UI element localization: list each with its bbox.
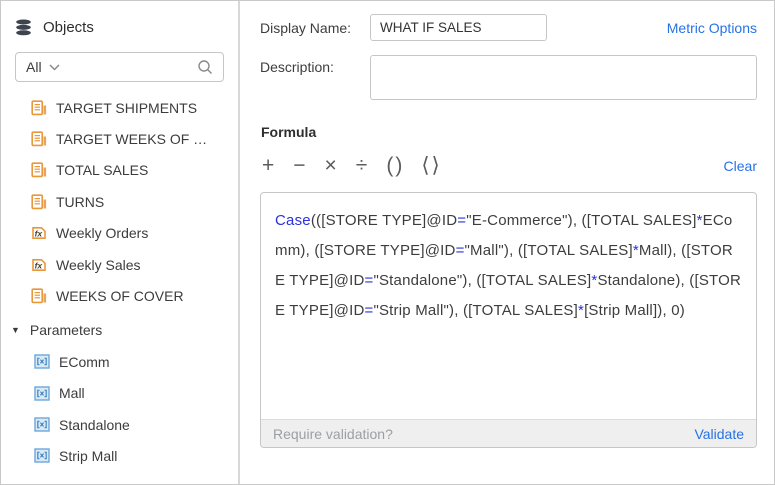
list-item-target-weeks-of[interactable]: TARGET WEEKS OF … <box>1 123 238 154</box>
metric-icon <box>31 162 47 178</box>
metric-icon <box>31 288 47 304</box>
list-item-turns[interactable]: TURNS <box>1 186 238 217</box>
list-item-label: Weekly Orders <box>56 225 148 241</box>
parentheses-button[interactable]: () <box>386 155 404 176</box>
list-item-weekly-orders[interactable]: fx Weekly Orders <box>1 218 238 249</box>
display-name-label: Display Name: <box>260 20 370 36</box>
metric-editor-panel: Display Name: Metric Options Description… <box>242 1 774 484</box>
formula-heading: Formula <box>261 124 757 140</box>
list-item-weeks-of-cover[interactable]: WEEKS OF COVER <box>1 280 238 311</box>
list-item-total-sales[interactable]: TOTAL SALES <box>1 155 238 186</box>
list-item-label: WEEKS OF COVER <box>56 288 184 304</box>
list-item-target-shipments[interactable]: TARGET SHIPMENTS <box>1 92 238 123</box>
function-fx-icon: fx <box>31 225 47 241</box>
formula-box: Case(([STORE TYPE]@ID="E-Commerce"), ([T… <box>260 192 757 448</box>
metric-icon <box>31 100 47 116</box>
list-item-label: TARGET SHIPMENTS <box>56 100 197 116</box>
parameters-group-label: Parameters <box>30 322 102 338</box>
svg-text:fx: fx <box>35 260 44 270</box>
layers-icon <box>15 19 33 36</box>
list-item-label: TOTAL SALES <box>56 162 148 178</box>
list-item-weekly-sales[interactable]: fx Weekly Sales <box>1 249 238 280</box>
collapse-triangle-icon[interactable]: ▼ <box>11 325 20 335</box>
filter-selected-label: All <box>26 59 42 75</box>
svg-text:fx: fx <box>35 229 44 239</box>
objects-panel-header: Objects <box>1 1 238 52</box>
chevron-down-icon <box>49 64 60 71</box>
plus-operator-button[interactable]: + <box>262 155 276 176</box>
angle-brackets-button[interactable]: ⟨⟩ <box>421 155 441 176</box>
parameter-icon <box>34 354 50 369</box>
formula-editor-input[interactable]: Case(([STORE TYPE]@ID="E-Commerce"), ([T… <box>261 193 756 419</box>
list-item-label: Weekly Sales <box>56 257 141 273</box>
metric-icon <box>31 131 47 147</box>
divide-operator-button[interactable]: ÷ <box>356 155 370 176</box>
list-item-label: Strip Mall <box>59 448 117 464</box>
objects-panel-title: Objects <box>43 19 94 36</box>
clear-formula-link[interactable]: Clear <box>724 158 757 174</box>
multiply-operator-button[interactable]: × <box>325 155 339 176</box>
list-item-label: Standalone <box>59 417 130 433</box>
parameter-icon <box>34 448 50 463</box>
list-item-label: Mall <box>59 385 85 401</box>
metric-editor-window: Objects All TARGET SHI <box>0 0 775 485</box>
objects-panel: Objects All TARGET SHI <box>1 1 240 484</box>
function-fx-icon: fx <box>31 257 47 273</box>
description-textarea[interactable] <box>370 55 757 100</box>
formula-footer-bar: Require validation? Validate <box>261 419 756 447</box>
display-name-row: Display Name: Metric Options <box>260 14 757 41</box>
list-item-label: TURNS <box>56 194 104 210</box>
formula-operator-toolbar: + − × ÷ () ⟨⟩ Clear <box>262 151 757 180</box>
object-search-box[interactable]: All <box>15 52 224 82</box>
metric-options-link[interactable]: Metric Options <box>667 20 757 36</box>
require-validation-placeholder: Require validation? <box>273 426 393 442</box>
parameter-icon <box>34 386 50 401</box>
parameter-icon <box>34 417 50 432</box>
list-item-ecomm[interactable]: EComm <box>1 346 238 377</box>
search-icon <box>197 59 213 75</box>
object-type-filter-dropdown[interactable]: All <box>26 59 60 75</box>
metric-icon <box>31 194 47 210</box>
list-item-strip-mall[interactable]: Strip Mall <box>1 440 238 471</box>
list-item-standalone[interactable]: Standalone <box>1 409 238 440</box>
parameters-group-header[interactable]: ▼ Parameters <box>1 315 238 346</box>
list-item-label: TARGET WEEKS OF … <box>56 131 207 147</box>
object-list: TARGET SHIPMENTS TARGET WEEKS OF … TOTAL… <box>1 92 238 472</box>
description-label: Description: <box>260 55 370 75</box>
minus-operator-button[interactable]: − <box>293 155 307 176</box>
validate-link[interactable]: Validate <box>694 426 744 442</box>
description-row: Description: <box>260 55 757 100</box>
list-item-mall[interactable]: Mall <box>1 378 238 409</box>
list-item-label: EComm <box>59 354 110 370</box>
display-name-input[interactable] <box>370 14 547 41</box>
